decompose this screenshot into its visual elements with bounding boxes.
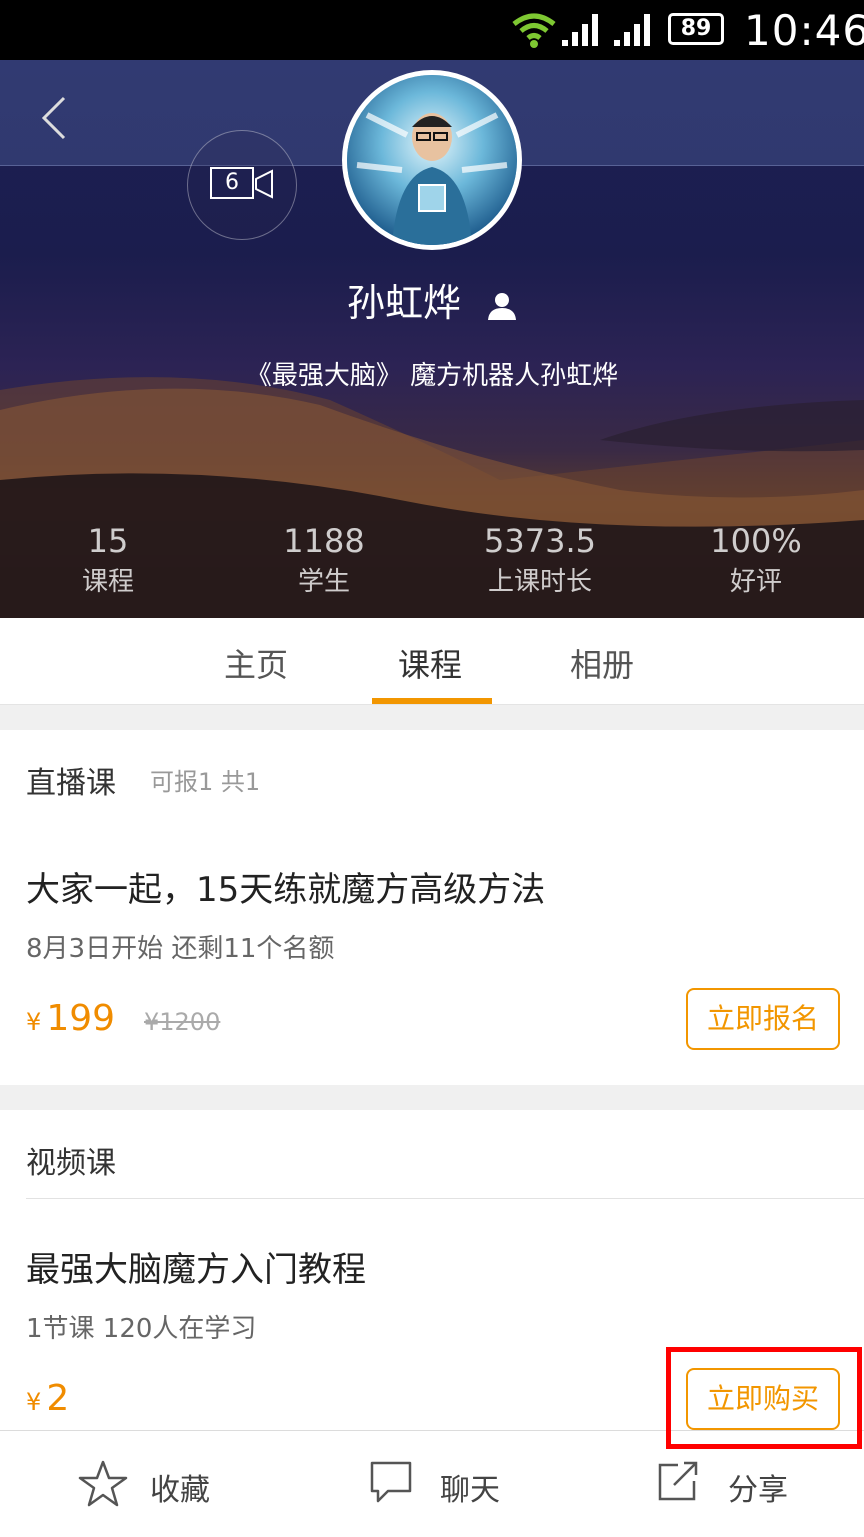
live-course-section: 直播课 可报1 共1 大家一起，15天练就魔方高级方法 8月3日开始 还剩11个… (0, 730, 864, 1085)
profile-header: 6 孙虹烨 《最强大脑》 魔方机器人孙虹烨 15 课程 1188 学生 5373… (0, 60, 864, 618)
video-camera-icon (255, 169, 273, 199)
course-price: ¥ 199 (26, 998, 115, 1039)
stat-value: 100% (710, 522, 802, 560)
divider (26, 1198, 864, 1199)
section-gap (0, 1085, 864, 1110)
highlight-box (666, 1347, 862, 1449)
price-amount: 199 (46, 998, 116, 1039)
avatar[interactable] (342, 70, 522, 250)
section-title: 直播课 (26, 766, 116, 801)
section-subtitle: 可报1 共1 (150, 768, 261, 796)
chat-label: 聊天 (440, 1473, 500, 1508)
stats-row: 15 课程 1188 学生 5373.5 上课时长 100% 好评 (0, 520, 864, 610)
favorite-label: 收藏 (150, 1473, 210, 1508)
currency-symbol: ¥ (26, 1008, 42, 1036)
stat-label: 课程 (81, 567, 134, 597)
tab-home[interactable]: 主页 (224, 640, 288, 686)
stat-courses: 15 课程 (0, 520, 216, 602)
signal-icon (614, 14, 650, 46)
back-arrow-icon[interactable] (30, 88, 80, 148)
course-title[interactable]: 大家一起，15天练就魔方高级方法 (26, 862, 545, 911)
currency-symbol: ¥ (26, 1388, 42, 1416)
status-bar: 89 10:46 (0, 0, 864, 60)
video-count: 6 (210, 167, 254, 199)
tab-album[interactable]: 相册 (570, 640, 634, 686)
wifi-icon (512, 13, 556, 48)
stat-value: 1188 (283, 522, 365, 560)
clock: 10:46 (744, 6, 864, 55)
person-icon (488, 292, 517, 320)
avatar-portrait (347, 75, 517, 245)
stat-label: 上课时长 (487, 567, 592, 597)
enroll-button[interactable]: 立即报名 (686, 988, 840, 1050)
star-icon (78, 1460, 128, 1507)
course-title[interactable]: 最强大脑魔方入门教程 (26, 1242, 366, 1291)
video-count-badge[interactable]: 6 (187, 130, 297, 240)
stat-label: 好评 (729, 567, 782, 597)
battery-icon: 89 (668, 13, 724, 45)
tab-courses[interactable]: 课程 (398, 640, 462, 686)
stat-students: 1188 学生 (216, 520, 432, 602)
stat-value: 15 (87, 522, 129, 560)
original-price: ¥1200 (144, 1008, 221, 1036)
price-amount: 2 (46, 1378, 70, 1419)
teacher-name-row: 孙虹烨 (0, 272, 864, 327)
stat-label: 学生 (297, 567, 350, 597)
stat-hours: 5373.5 上课时长 (432, 520, 648, 602)
share-button[interactable]: 分享 (656, 1459, 816, 1509)
chat-bubble-icon (370, 1461, 412, 1503)
share-icon (658, 1461, 698, 1501)
section-title: 视频课 (26, 1146, 116, 1181)
teacher-name: 孙虹烨 (346, 281, 461, 325)
course-meta: 1节课 120人在学习 (26, 1314, 257, 1344)
course-price: ¥ 2 (26, 1378, 69, 1419)
course-meta: 8月3日开始 还剩11个名额 (26, 934, 335, 964)
favorite-button[interactable]: 收藏 (78, 1459, 238, 1509)
section-gap (0, 705, 864, 730)
active-tab-indicator (372, 698, 492, 704)
signal-icon (562, 14, 598, 46)
chat-button[interactable]: 聊天 (368, 1459, 528, 1509)
teacher-description: 《最强大脑》 魔方机器人孙虹烨 (245, 361, 619, 391)
stat-value: 5373.5 (484, 522, 596, 560)
stat-rating: 100% 好评 (648, 520, 864, 602)
share-label: 分享 (728, 1473, 788, 1508)
tab-bar: 主页 课程 相册 (0, 618, 864, 705)
